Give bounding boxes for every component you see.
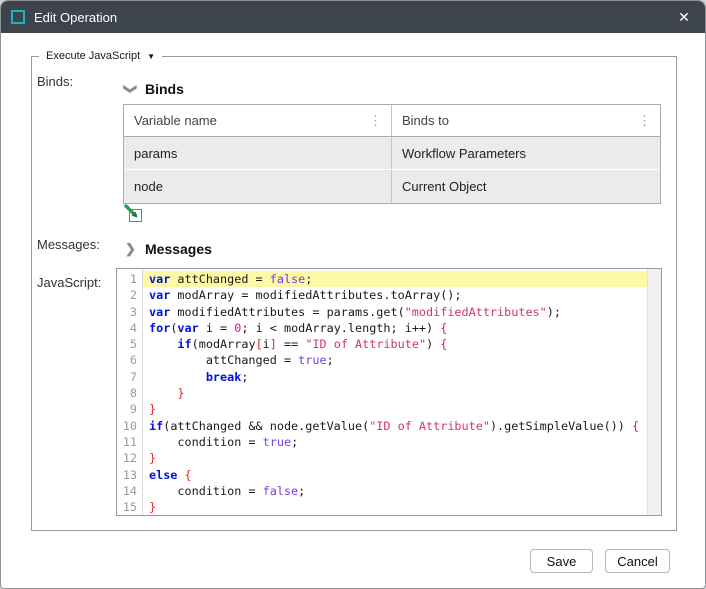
column-header-variable-name[interactable]: Variable name ⋮ bbox=[124, 105, 391, 136]
line-number: 14 bbox=[117, 483, 137, 499]
messages-field-label: Messages: bbox=[37, 237, 100, 252]
javascript-field-label: JavaScript: bbox=[37, 275, 101, 290]
code-line[interactable]: var modArray = modifiedAttributes.toArra… bbox=[149, 287, 647, 303]
app-icon bbox=[11, 10, 25, 24]
code-line[interactable]: break; bbox=[149, 369, 647, 385]
line-number: 5 bbox=[117, 336, 137, 352]
messages-section-title: Messages bbox=[145, 241, 212, 257]
line-number-gutter: 123456789101112131415 bbox=[117, 269, 143, 515]
table-cell[interactable]: params bbox=[124, 137, 391, 169]
column-header-label: Variable name bbox=[134, 113, 217, 128]
chevron-right-icon: ❯ bbox=[125, 241, 136, 257]
code-line[interactable]: condition = true; bbox=[149, 434, 647, 450]
titlebar: Edit Operation ✕ bbox=[1, 1, 706, 33]
code-line[interactable]: attChanged = true; bbox=[149, 352, 647, 368]
binds-section-title: Binds bbox=[145, 81, 184, 97]
line-number: 7 bbox=[117, 369, 137, 385]
line-number: 9 bbox=[117, 401, 137, 417]
javascript-code-editor[interactable]: 123456789101112131415 var attChanged = f… bbox=[116, 268, 662, 516]
code-line[interactable]: var attChanged = false; bbox=[143, 271, 647, 287]
binds-table-body: paramsWorkflow ParametersnodeCurrent Obj… bbox=[124, 137, 660, 203]
line-number: 8 bbox=[117, 385, 137, 401]
table-cell[interactable]: Workflow Parameters bbox=[391, 137, 660, 169]
code-line[interactable]: var modifiedAttributes = params.get("mod… bbox=[149, 304, 647, 320]
chevron-down-icon: ❯ bbox=[123, 84, 139, 95]
close-icon[interactable]: ✕ bbox=[671, 4, 697, 30]
code-line[interactable]: } bbox=[149, 401, 647, 417]
operation-type-dropdown[interactable]: Execute JavaScript ▼ bbox=[39, 49, 162, 63]
column-header-label: Binds to bbox=[402, 113, 449, 128]
code-line[interactable]: else { bbox=[149, 467, 647, 483]
line-number: 13 bbox=[117, 467, 137, 483]
export-table-icon[interactable] bbox=[123, 203, 145, 225]
binds-field-label: Binds: bbox=[37, 74, 73, 89]
binds-table-header: Variable name ⋮ Binds to ⋮ bbox=[124, 105, 660, 137]
binds-section-toggle[interactable]: ❯ Binds bbox=[125, 81, 184, 97]
messages-section-toggle[interactable]: ❯ Messages bbox=[125, 241, 212, 257]
operation-type-label: Execute JavaScript bbox=[46, 50, 140, 62]
line-number: 15 bbox=[117, 499, 137, 515]
table-cell[interactable]: node bbox=[124, 170, 391, 203]
table-row[interactable]: paramsWorkflow Parameters bbox=[124, 137, 660, 170]
line-number: 6 bbox=[117, 352, 137, 368]
line-number: 4 bbox=[117, 320, 137, 336]
caret-down-icon: ▼ bbox=[147, 52, 155, 61]
line-number: 12 bbox=[117, 450, 137, 466]
code-line[interactable]: if(modArray[i] == "ID of Attribute") { bbox=[149, 336, 647, 352]
edit-operation-dialog: Edit Operation ✕ Execute JavaScript ▼ Bi… bbox=[0, 0, 706, 589]
line-number: 1 bbox=[117, 271, 137, 287]
table-row[interactable]: nodeCurrent Object bbox=[124, 170, 660, 203]
line-number: 10 bbox=[117, 418, 137, 434]
line-number: 11 bbox=[117, 434, 137, 450]
column-header-binds-to[interactable]: Binds to ⋮ bbox=[391, 105, 660, 136]
code-line[interactable]: for(var i = 0; i < modArray.length; i++)… bbox=[149, 320, 647, 336]
code-line[interactable]: } bbox=[149, 450, 647, 466]
window-title: Edit Operation bbox=[34, 10, 117, 25]
line-number: 2 bbox=[117, 287, 137, 303]
column-menu-icon[interactable]: ⋮ bbox=[635, 113, 654, 129]
code-line[interactable]: } bbox=[149, 385, 647, 401]
code-area[interactable]: var attChanged = false;var modArray = mo… bbox=[143, 269, 647, 515]
binds-table: Variable name ⋮ Binds to ⋮ paramsWorkflo… bbox=[123, 104, 661, 204]
table-cell[interactable]: Current Object bbox=[391, 170, 660, 203]
save-button[interactable]: Save bbox=[530, 549, 593, 573]
cancel-button[interactable]: Cancel bbox=[605, 549, 670, 573]
editor-vertical-scrollbar[interactable] bbox=[647, 269, 661, 515]
line-number: 3 bbox=[117, 304, 137, 320]
code-line[interactable]: condition = false; bbox=[149, 483, 647, 499]
code-line[interactable]: } bbox=[149, 499, 647, 515]
code-line[interactable]: if(attChanged && node.getValue("ID of At… bbox=[149, 418, 647, 434]
column-menu-icon[interactable]: ⋮ bbox=[366, 113, 385, 129]
